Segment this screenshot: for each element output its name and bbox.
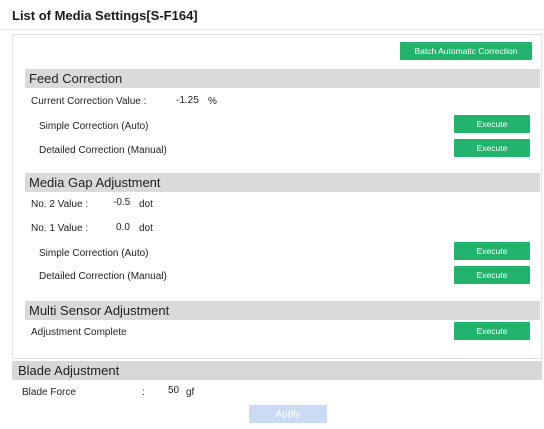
- feed-simple-execute-button[interactable]: Execute: [454, 115, 530, 133]
- feed-detailed-execute-button[interactable]: Execute: [454, 139, 530, 157]
- current-correction-label: Current Correction Value :: [31, 96, 147, 107]
- adjustment-status-label: Adjustment Complete: [31, 327, 127, 338]
- multi-sensor-execute-button[interactable]: Execute: [454, 322, 530, 340]
- gap-detailed-execute-button[interactable]: Execute: [454, 266, 530, 284]
- feed-simple-correction-label: Simple Correction (Auto): [39, 121, 149, 132]
- section-multi-sensor-adjustment: Multi Sensor Adjustment: [25, 301, 540, 320]
- title-bar: List of Media Settings[S-F164]: [0, 0, 544, 30]
- blade-force-label: Blade Force: [22, 387, 76, 398]
- gap-detailed-correction-label: Detailed Correction (Manual): [39, 271, 167, 282]
- no1-value: 0.0: [116, 222, 130, 233]
- no1-value-label: No. 1 Value :: [31, 223, 89, 234]
- no2-unit: dot: [139, 199, 153, 210]
- batch-automatic-correction-button[interactable]: Batch Automatic Correction: [400, 42, 532, 60]
- blade-force-separator: :: [142, 387, 145, 398]
- gap-simple-correction-label: Simple Correction (Auto): [39, 248, 149, 259]
- window-title: List of Media Settings[S-F164]: [12, 8, 198, 23]
- section-feed-correction: Feed Correction: [25, 69, 540, 88]
- section-blade-adjustment: Blade Adjustment: [12, 361, 542, 380]
- feed-detailed-correction-label: Detailed Correction (Manual): [39, 145, 167, 156]
- blade-force-unit: gf: [186, 387, 195, 398]
- current-correction-value: -1.25: [176, 95, 199, 106]
- no1-unit: dot: [139, 223, 153, 234]
- gap-simple-execute-button[interactable]: Execute: [454, 242, 530, 260]
- section-media-gap-adjustment: Media Gap Adjustment: [25, 173, 540, 192]
- current-correction-unit: %: [208, 96, 217, 107]
- no2-value: -0.5: [113, 197, 131, 208]
- settings-panel: Batch Automatic Correction Feed Correcti…: [12, 34, 542, 359]
- blade-force-value: 50: [168, 385, 180, 396]
- apply-button[interactable]: Apply: [249, 405, 327, 423]
- no2-value-label: No. 2 Value :: [31, 199, 89, 210]
